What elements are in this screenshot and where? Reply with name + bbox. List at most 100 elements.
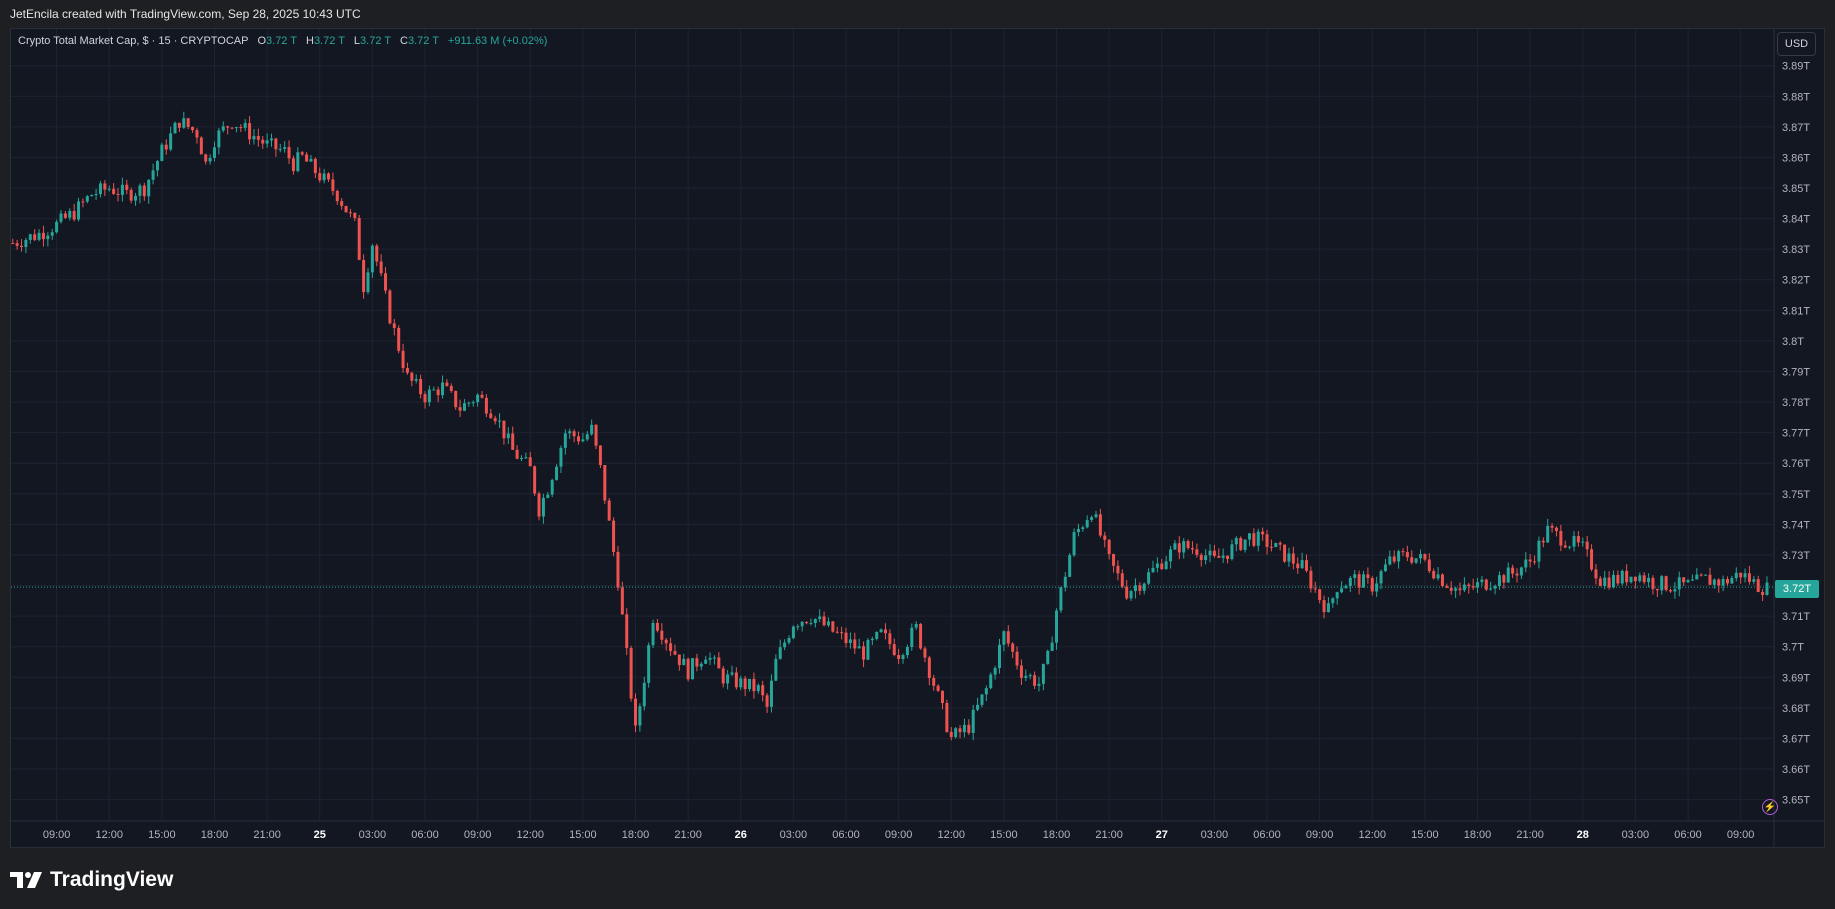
candle-body [1633, 576, 1637, 582]
candle-body [348, 212, 352, 214]
price-tick-label: 3.67T [1782, 733, 1810, 745]
time-tick-label: 09:00 [464, 829, 492, 841]
time-axis[interactable]: 09:00 12:00 15:00 18:00 21:00 25 03:00 06:00 09:… [43, 829, 1755, 841]
candle-body [445, 382, 449, 387]
candle-body [217, 130, 221, 148]
chart-frame[interactable]: 3.89T 3.88T 3.87T 3.86T 3.85T 3.84T 3.83T 3.82T… [10, 28, 1825, 848]
brand-name: TradingView [50, 868, 174, 891]
candle-body [958, 728, 962, 733]
candle-body [1704, 574, 1708, 576]
candle-body [331, 179, 335, 191]
candle-body [24, 239, 28, 248]
candle-body [976, 704, 980, 710]
candle-body [927, 657, 931, 678]
time-tick-label: 03:00 [780, 829, 808, 841]
candle-body [1208, 550, 1212, 556]
candle-body [195, 130, 199, 138]
candle-body [1366, 574, 1370, 579]
candle-body [1690, 579, 1694, 581]
price-axis[interactable]: 3.89T 3.88T 3.87T 3.86T 3.85T 3.84T 3.83T 3.82T… [1782, 61, 1810, 807]
candle-body [870, 638, 874, 641]
candle-body [905, 646, 909, 656]
candle-body [936, 685, 940, 691]
candle-body [1256, 531, 1260, 546]
candle-body [1454, 588, 1458, 591]
candle-body [370, 245, 374, 273]
candle-body [63, 213, 67, 218]
candle-body [94, 194, 98, 196]
candle-body [160, 144, 164, 162]
candle-body [638, 706, 642, 726]
candle-body [822, 616, 826, 626]
candle-body [862, 646, 866, 660]
candle-body [1129, 591, 1133, 599]
candle-body [502, 420, 506, 439]
lightning-icon[interactable]: ⚡ [1762, 799, 1778, 815]
time-tick-label: 06:00 [1674, 829, 1702, 841]
close-label: C [400, 35, 408, 47]
price-tick-label: 3.76T [1782, 458, 1810, 470]
candle-body [1401, 551, 1405, 553]
candle-body [1686, 580, 1690, 583]
candle-body [208, 157, 212, 162]
time-tick-label: 09:00 [1306, 829, 1334, 841]
candle-body [998, 644, 1002, 669]
candlestick-chart[interactable]: 3.89T 3.88T 3.87T 3.86T 3.85T 3.84T 3.83T 3.82T… [11, 29, 1824, 847]
candle-body [103, 183, 107, 190]
candle-body [212, 147, 216, 158]
time-tick-label: 06:00 [832, 829, 860, 841]
price-tick-label: 3.7T [1782, 642, 1804, 654]
price-tick-label: 3.71T [1782, 611, 1810, 623]
candle-body [1550, 525, 1554, 528]
candle-body [778, 647, 782, 659]
open-value: 3.72 T [266, 35, 297, 47]
candle-body [901, 655, 905, 659]
candle-body [1695, 574, 1699, 580]
candle-body [1554, 527, 1558, 531]
candle-body [1506, 567, 1510, 583]
candle-body [401, 350, 405, 369]
candle-body [559, 447, 563, 467]
price-tick-label: 3.87T [1782, 122, 1810, 134]
candle-body [309, 158, 313, 162]
candle-body [1076, 529, 1080, 533]
candle-body [493, 418, 497, 422]
price-tick-label: 3.86T [1782, 152, 1810, 164]
candle-body [945, 702, 949, 732]
candle-body [923, 648, 927, 658]
currency-button[interactable]: USD [1777, 32, 1816, 56]
candle-body [1392, 556, 1396, 562]
candle-body [769, 680, 773, 707]
candle-body [765, 695, 769, 707]
close-value: 3.72 T [407, 35, 439, 47]
candle-body [1133, 585, 1137, 592]
tradingview-brand[interactable]: TradingView [10, 868, 173, 892]
candle-body [287, 147, 291, 159]
candle-body [1239, 537, 1243, 550]
candle-body [1480, 579, 1484, 583]
candle-body [761, 685, 765, 696]
symbol-name[interactable]: Crypto Total Market Cap, $ · 15 · CRYPTO… [18, 35, 248, 47]
candle-body [1533, 561, 1537, 563]
candle-body [1296, 563, 1300, 569]
candle-body [1059, 587, 1063, 611]
candle-body [1195, 549, 1199, 555]
candle-body [1726, 579, 1730, 584]
candle-body [993, 668, 997, 675]
candle-body [1405, 552, 1409, 558]
candle-body [875, 632, 879, 639]
candle-body [695, 658, 699, 667]
candle-body [353, 212, 357, 218]
time-tick-label: 03:00 [1201, 829, 1229, 841]
candle-body [1761, 592, 1765, 595]
candle-body [1388, 556, 1392, 565]
candle-body [1353, 574, 1357, 578]
candle-body [164, 144, 168, 150]
candle-body [831, 621, 835, 632]
candle-body [1147, 572, 1151, 584]
candle-body [169, 133, 173, 150]
candle-body [1511, 567, 1515, 574]
candle-body [1370, 578, 1374, 592]
candle-body [590, 424, 594, 435]
candle-body [1559, 530, 1563, 546]
